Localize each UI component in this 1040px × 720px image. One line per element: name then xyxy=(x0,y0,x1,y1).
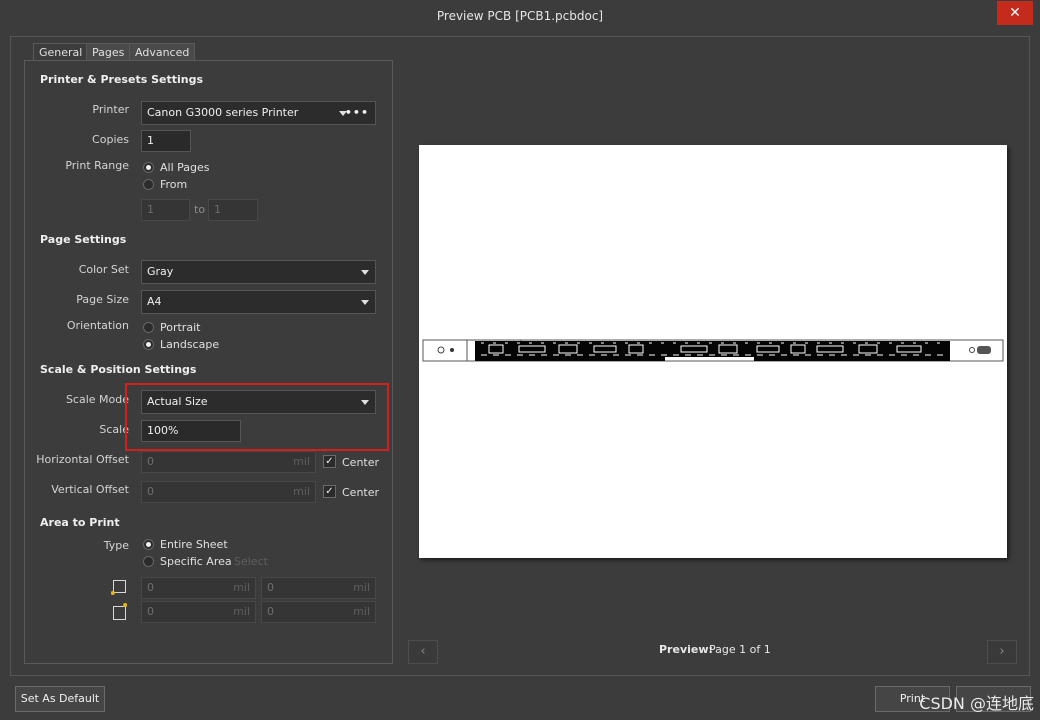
page-info: Page 1 of 1 xyxy=(709,643,771,656)
horizontal-center-checkbox[interactable]: ✓ xyxy=(323,455,336,468)
unit-label: mil xyxy=(353,581,370,594)
highlight-box xyxy=(125,383,389,451)
horizontal-offset-label: Horizontal Offset xyxy=(36,453,129,466)
page-settings-heading: Page Settings xyxy=(40,233,127,246)
vertical-center-label: Center xyxy=(342,486,380,499)
bottom-left-corner-icon xyxy=(110,579,127,595)
area-y2-input[interactable]: 0 mil xyxy=(261,601,376,623)
copies-input[interactable]: 1 xyxy=(141,130,191,152)
printer-value: Canon G3000 series Printer xyxy=(147,106,299,119)
area-y1-value: 0 xyxy=(267,581,274,594)
scale-position-heading: Scale & Position Settings xyxy=(40,363,197,376)
watermark-text: CSDN @连地底 xyxy=(919,694,1034,713)
chevron-down-icon xyxy=(361,270,369,275)
more-options-icon[interactable]: ••• xyxy=(345,102,369,124)
portrait-label: Portrait xyxy=(160,321,201,334)
area-x2-input[interactable]: 0 mil xyxy=(141,601,256,623)
specific-area-radio[interactable] xyxy=(143,556,154,567)
pcb-preview-image xyxy=(422,339,1004,362)
print-range-label: Print Range xyxy=(65,159,129,172)
specific-area-label: Specific Area xyxy=(160,555,232,568)
landscape-label: Landscape xyxy=(160,338,220,351)
printer-label: Printer xyxy=(92,103,129,116)
window-title: Preview PCB [PCB1.pcbdoc] xyxy=(436,9,604,23)
horizontal-offset-value: 0 xyxy=(147,455,154,468)
from-label: From xyxy=(160,178,188,191)
vertical-offset-value: 0 xyxy=(147,485,154,498)
previous-page-button[interactable]: ‹ xyxy=(408,640,438,664)
unit-label: mil xyxy=(233,605,250,618)
chevron-down-icon xyxy=(361,300,369,305)
area-x1-value: 0 xyxy=(147,581,154,594)
printer-presets-heading: Printer & Presets Settings xyxy=(40,73,203,86)
orientation-label: Orientation xyxy=(66,319,129,332)
close-button[interactable]: ✕ xyxy=(997,1,1033,25)
color-set-dropdown[interactable]: Gray xyxy=(141,260,376,284)
next-page-button[interactable]: › xyxy=(987,640,1017,664)
area-x2-value: 0 xyxy=(147,605,154,618)
preview-page xyxy=(419,145,1007,558)
portrait-radio[interactable] xyxy=(143,322,154,333)
page-size-label: Page Size xyxy=(76,293,129,306)
preview-label: Preview: xyxy=(659,643,713,656)
select-link[interactable]: Select xyxy=(234,555,268,568)
tab-general[interactable]: General xyxy=(33,43,89,60)
horizontal-offset-input[interactable]: 0 mil xyxy=(141,451,316,473)
entire-sheet-label: Entire Sheet xyxy=(160,538,228,551)
unit-label: mil xyxy=(293,455,310,468)
range-to-input[interactable]: 1 xyxy=(208,199,258,221)
unit-label: mil xyxy=(353,605,370,618)
tab-advanced[interactable]: Advanced xyxy=(129,43,196,60)
page-size-dropdown[interactable]: A4 xyxy=(141,290,376,314)
area-y1-input[interactable]: 0 mil xyxy=(261,577,376,599)
scale-mode-label: Scale Mode xyxy=(65,393,129,406)
set-as-default-button[interactable]: Set As Default xyxy=(15,686,105,712)
entire-sheet-radio[interactable] xyxy=(143,539,154,550)
type-label: Type xyxy=(103,539,129,552)
settings-panel xyxy=(24,60,393,664)
copies-label: Copies xyxy=(92,133,129,146)
horizontal-center-label: Center xyxy=(342,456,380,469)
area-to-print-heading: Area to Print xyxy=(40,516,120,529)
unit-label: mil xyxy=(233,581,250,594)
from-radio[interactable] xyxy=(143,179,154,190)
area-x1-input[interactable]: 0 mil xyxy=(141,577,256,599)
range-from-input[interactable]: 1 xyxy=(141,199,190,221)
tab-pages[interactable]: Pages xyxy=(86,43,131,60)
printer-dropdown[interactable]: Canon G3000 series Printer ••• xyxy=(141,101,376,125)
all-pages-label: All Pages xyxy=(160,161,210,174)
unit-label: mil xyxy=(293,485,310,498)
color-set-label: Color Set xyxy=(78,263,129,276)
landscape-radio[interactable] xyxy=(143,339,154,350)
scale-label: Scale xyxy=(99,423,129,436)
area-y2-value: 0 xyxy=(267,605,274,618)
range-to-label: to xyxy=(194,203,206,216)
all-pages-radio[interactable] xyxy=(143,162,154,173)
vertical-center-checkbox[interactable]: ✓ xyxy=(323,485,336,498)
vertical-offset-input[interactable]: 0 mil xyxy=(141,481,316,503)
top-left-corner-icon xyxy=(111,603,128,621)
vertical-offset-label: Vertical Offset xyxy=(51,483,129,496)
color-set-value: Gray xyxy=(147,265,174,278)
page-size-value: A4 xyxy=(147,295,162,308)
